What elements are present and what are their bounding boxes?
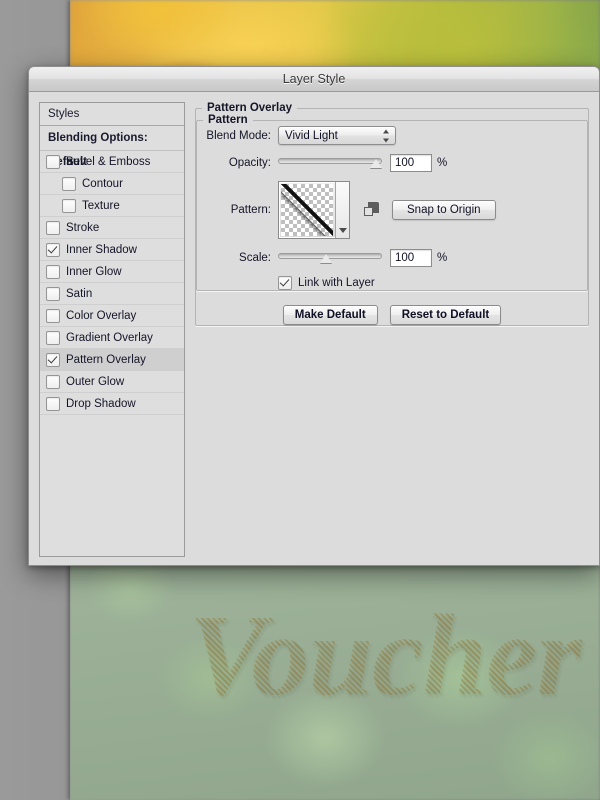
scale-slider-thumb[interactable]	[320, 254, 332, 263]
style-label: Contour	[82, 177, 123, 190]
scale-label: Scale:	[239, 252, 271, 264]
style-checkbox[interactable]	[46, 242, 60, 257]
scale-unit: %	[437, 252, 448, 264]
style-row[interactable]: Stroke	[40, 217, 184, 239]
opacity-label: Opacity:	[228, 157, 271, 169]
style-checkbox[interactable]	[46, 352, 60, 367]
new-pattern-icon[interactable]	[364, 202, 380, 218]
layer-style-dialog[interactable]: Layer Style Styles Blending Options: Def…	[28, 66, 600, 566]
blend-mode-row: Blend Mode: Vivid Light	[197, 126, 587, 145]
pattern-overlay-pane: Pattern Overlay Pattern Blend Mode: Vivi…	[195, 102, 589, 557]
style-checkbox[interactable]	[46, 154, 60, 169]
dialog-titlebar[interactable]: Layer Style	[29, 67, 599, 92]
style-checkbox[interactable]	[46, 330, 60, 345]
snap-to-origin-button[interactable]: Snap to Origin	[392, 200, 496, 220]
screen: Voucher Layer Style Styles Blending Opti…	[0, 0, 600, 800]
style-label: Inner Glow	[66, 265, 122, 278]
style-row[interactable]: Texture	[40, 195, 184, 217]
dialog-title: Layer Style	[282, 72, 346, 86]
style-checkbox[interactable]	[46, 220, 60, 235]
style-checkbox[interactable]	[46, 396, 60, 411]
style-label: Texture	[82, 199, 120, 212]
blending-options-row[interactable]: Blending Options: Default	[40, 126, 184, 168]
style-row[interactable]: Outer Glow	[40, 371, 184, 393]
style-row[interactable]: Drop Shadow	[40, 393, 184, 415]
style-label: Outer Glow	[66, 375, 125, 388]
pattern-dropdown-button[interactable]	[335, 182, 349, 238]
styles-panel: Styles Blending Options: Default Bevel &…	[39, 102, 185, 557]
style-effect-list: Bevel & Emboss Contour Texture Stroke Inner …	[40, 151, 184, 556]
style-checkbox[interactable]	[62, 176, 76, 191]
opacity-unit: %	[437, 157, 448, 169]
style-checkbox[interactable]	[46, 374, 60, 389]
make-default-button[interactable]: Make Default	[282, 305, 378, 325]
style-row[interactable]: Inner Shadow	[40, 239, 184, 261]
opacity-row: Opacity: 100 %	[197, 154, 587, 172]
style-label: Bevel & Emboss	[66, 155, 151, 168]
style-row[interactable]: Contour	[40, 173, 184, 195]
style-row[interactable]: Color Overlay	[40, 305, 184, 327]
style-checkbox[interactable]	[46, 264, 60, 279]
link-with-layer-row[interactable]: Link with Layer	[278, 276, 587, 290]
scale-input[interactable]: 100	[390, 249, 432, 267]
blend-mode-select[interactable]: Vivid Light	[278, 126, 396, 145]
style-row[interactable]: Pattern Overlay	[40, 349, 184, 371]
style-label: Drop Shadow	[66, 397, 136, 410]
style-label: Color Overlay	[66, 309, 137, 322]
pattern-legend: Pattern	[208, 114, 248, 126]
style-checkbox[interactable]	[46, 308, 60, 323]
pattern-picker[interactable]	[278, 181, 350, 239]
opacity-slider[interactable]	[278, 155, 382, 171]
style-label: Gradient Overlay	[66, 331, 153, 344]
reset-to-default-button[interactable]: Reset to Default	[389, 305, 502, 325]
styles-header[interactable]: Styles	[40, 103, 184, 126]
pattern-group: Pattern Blend Mode: Vivid Light Opacity:	[196, 114, 588, 291]
style-checkbox[interactable]	[46, 286, 60, 301]
opacity-slider-track	[278, 158, 382, 164]
dialog-body: Styles Blending Options: Default Bevel &…	[29, 92, 599, 565]
chevron-down-icon	[338, 228, 347, 233]
pattern-diagonal-stripe	[281, 184, 333, 236]
blend-mode-label: Blend Mode:	[206, 129, 271, 142]
scale-row: Scale: 100 %	[197, 249, 587, 267]
style-label: Stroke	[66, 221, 100, 234]
opacity-input[interactable]: 100	[390, 154, 432, 172]
style-checkbox[interactable]	[62, 198, 76, 213]
style-label: Inner Shadow	[66, 243, 137, 256]
style-row[interactable]: Gradient Overlay	[40, 327, 184, 349]
style-row[interactable]: Bevel & Emboss	[40, 151, 184, 173]
link-with-layer-checkbox[interactable]	[278, 276, 292, 290]
opacity-slider-thumb[interactable]	[370, 159, 382, 168]
scale-slider[interactable]	[278, 250, 382, 266]
diagonal-line-pattern-swatch[interactable]	[281, 184, 333, 236]
pattern-overlay-legend: Pattern Overlay	[207, 102, 293, 114]
stepper-arrows-icon	[383, 129, 390, 142]
pattern-overlay-group: Pattern Overlay Pattern Blend Mode: Vivi…	[195, 102, 589, 326]
style-row[interactable]: Satin	[40, 283, 184, 305]
blend-mode-value: Vivid Light	[285, 129, 338, 142]
default-buttons: Make Default Reset to Default	[196, 305, 588, 325]
style-label: Pattern Overlay	[66, 353, 146, 366]
style-label: Satin	[66, 287, 93, 300]
pattern-label: Pattern:	[230, 204, 271, 216]
pattern-row: Pattern: Snap to Origin	[197, 181, 587, 239]
style-row[interactable]: Inner Glow	[40, 261, 184, 283]
link-with-layer-label: Link with Layer	[298, 277, 375, 289]
